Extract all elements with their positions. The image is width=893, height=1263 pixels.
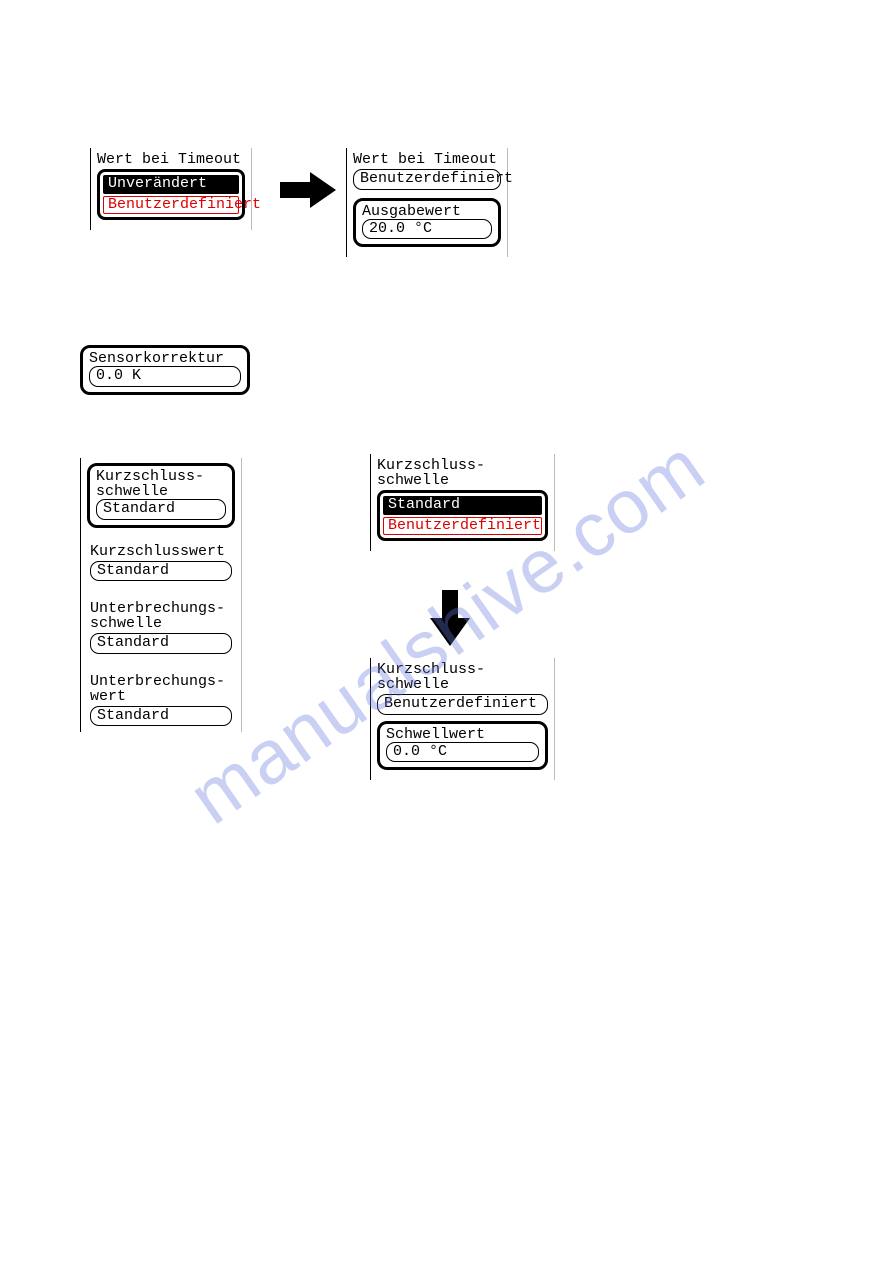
arrow-right-icon	[280, 172, 336, 208]
timeout-menu-panel: Wert bei Timeout Unverändert Benutzerdef…	[90, 148, 252, 230]
timeout-row: Wert bei Timeout Unverändert Benutzerdef…	[90, 148, 252, 230]
timeout-result-panel: Wert bei Timeout Benutzerdefiniert Ausga…	[346, 148, 508, 257]
kurz-result-value[interactable]: Benutzerdefiniert	[377, 694, 548, 715]
sensor-panel-wrap: Sensorkorrektur 0.0 K	[80, 344, 250, 395]
kurz-wert-block: Kurzschlusswert Standard	[87, 544, 235, 582]
kurz-option-userdef[interactable]: Benutzerdefiniert	[383, 517, 542, 536]
kurz-result-area: Kurzschluss- schwelle Benutzerdefiniert …	[370, 658, 555, 780]
kurz-result-panel: Kurzschluss- schwelle Benutzerdefiniert …	[370, 658, 555, 780]
unter-wert-value[interactable]: Standard	[90, 706, 232, 727]
kurz-result-title: Kurzschluss- schwelle	[377, 662, 548, 692]
sensor-group: Sensorkorrektur 0.0 K	[80, 345, 250, 395]
timeout-output-label: Ausgabewert	[362, 204, 492, 219]
arrow-down-icon	[430, 590, 470, 646]
sensor-label: Sensorkorrektur	[89, 351, 241, 366]
unter-wert-block: Unterbrechungs- wert Standard	[87, 674, 235, 727]
kurz-menu-panel: Kurzschluss- schwelle Standard Benutzerd…	[370, 454, 555, 551]
timeout-menu-title: Wert bei Timeout	[97, 152, 245, 167]
kurz-wert-label: Kurzschlusswert	[90, 544, 232, 559]
sensor-value[interactable]: 0.0 K	[89, 366, 241, 387]
timeout-output-value[interactable]: 20.0 °C	[362, 219, 492, 240]
kurz-menu-title: Kurzschluss- schwelle	[377, 458, 548, 488]
timeout-result-value[interactable]: Benutzerdefiniert	[353, 169, 501, 190]
kurz-threshold-group: Schwellwert 0.0 °C	[377, 721, 548, 771]
kurz-schwelle-group: Kurzschluss- schwelle Standard	[87, 463, 235, 528]
kurz-wert-value[interactable]: Standard	[90, 561, 232, 582]
kurz-menu-box[interactable]: Standard Benutzerdefiniert	[377, 490, 548, 541]
timeout-result-area: Wert bei Timeout Benutzerdefiniert Ausga…	[346, 148, 508, 257]
unter-wert-label: Unterbrechungs- wert	[90, 674, 232, 704]
timeout-option-userdef[interactable]: Benutzerdefiniert	[103, 196, 239, 215]
timeout-output-group: Ausgabewert 20.0 °C	[353, 198, 501, 248]
kurz-schwelle-value[interactable]: Standard	[96, 499, 226, 520]
unter-schwelle-value[interactable]: Standard	[90, 633, 232, 654]
unter-schwelle-block: Unterbrechungs- schwelle Standard	[87, 601, 235, 654]
timeout-result-title: Wert bei Timeout	[353, 152, 501, 167]
unter-schwelle-label: Unterbrechungs- schwelle	[90, 601, 232, 631]
kurz-schwelle-label: Kurzschluss- schwelle	[96, 469, 226, 499]
kurz-option-standard[interactable]: Standard	[383, 496, 542, 515]
timeout-menu-box[interactable]: Unverändert Benutzerdefiniert	[97, 169, 245, 220]
kurz-threshold-value[interactable]: 0.0 °C	[386, 742, 539, 763]
left-col-panel: Kurzschluss- schwelle Standard Kurzschlu…	[80, 458, 242, 732]
left-column: Kurzschluss- schwelle Standard Kurzschlu…	[80, 458, 242, 732]
kurz-threshold-label: Schwellwert	[386, 727, 539, 742]
timeout-option-unchanged[interactable]: Unverändert	[103, 175, 239, 194]
kurz-menu-area: Kurzschluss- schwelle Standard Benutzerd…	[370, 454, 555, 551]
